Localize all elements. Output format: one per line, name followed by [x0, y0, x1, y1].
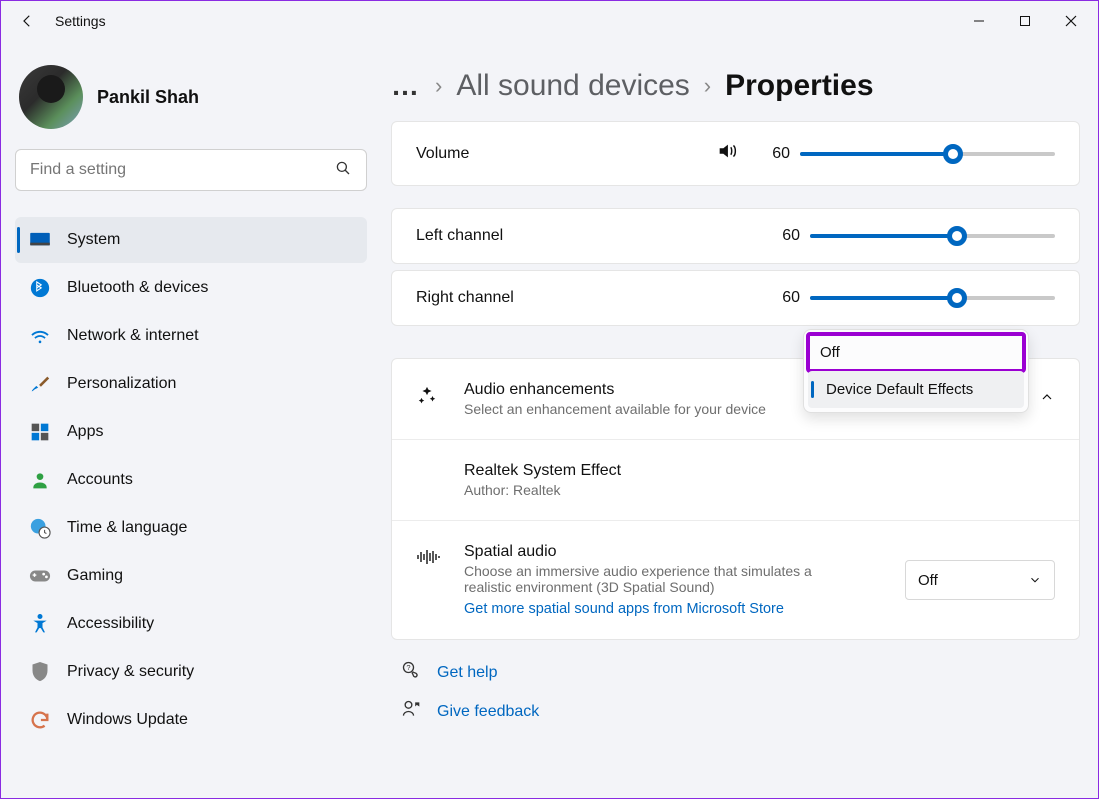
spatial-audio-row: Spatial audio Choose an immersive audio … — [392, 521, 1079, 639]
enhancements-group: Audio enhancements Select an enhancement… — [391, 358, 1080, 640]
right-channel-card: Right channel 60 — [391, 270, 1080, 326]
sidebar-item-label: Network & internet — [67, 327, 199, 345]
left-channel-value: 60 — [766, 227, 800, 245]
breadcrumb-overflow[interactable]: … — [391, 70, 421, 102]
speaker-icon[interactable] — [716, 140, 738, 167]
sidebar-item-personalization[interactable]: Personalization — [15, 361, 367, 407]
sidebar-item-label: Accounts — [67, 471, 133, 489]
back-button[interactable] — [17, 11, 37, 31]
sidebar: Pankil Shah System Bluetooth & devices N… — [1, 41, 381, 798]
sidebar-item-label: Apps — [67, 423, 103, 441]
footer-link-label: Get help — [437, 664, 497, 682]
svg-text:?: ? — [406, 663, 410, 672]
close-button[interactable] — [1048, 3, 1094, 39]
breadcrumb: … › All sound devices › Properties — [391, 49, 1080, 121]
page-title: Properties — [725, 69, 873, 103]
feedback-icon — [401, 699, 421, 724]
left-channel-slider[interactable] — [810, 227, 1055, 245]
realtek-author: Author: Realtek — [464, 482, 844, 498]
sidebar-item-label: System — [67, 231, 120, 249]
sidebar-item-bluetooth[interactable]: Bluetooth & devices — [15, 265, 367, 311]
titlebar: Settings — [1, 1, 1098, 41]
window-title: Settings — [55, 13, 106, 29]
dropdown-option-label: Device Default Effects — [820, 381, 973, 398]
update-icon — [29, 709, 51, 731]
right-channel-slider[interactable] — [810, 289, 1055, 307]
sidebar-item-label: Time & language — [67, 519, 187, 537]
chevron-right-icon: › — [435, 73, 442, 99]
accounts-icon — [29, 469, 51, 491]
nav-list: System Bluetooth & devices Network & int… — [15, 217, 367, 743]
spatial-title: Spatial audio — [464, 543, 885, 561]
sidebar-item-gaming[interactable]: Gaming — [15, 553, 367, 599]
user-profile[interactable]: Pankil Shah — [15, 55, 367, 149]
sparkle-icon — [416, 381, 444, 412]
left-channel-card: Left channel 60 — [391, 208, 1080, 264]
globe-clock-icon — [29, 517, 51, 539]
realtek-row[interactable]: Realtek System Effect Author: Realtek — [392, 440, 1079, 521]
dropdown-option-off[interactable]: Off — [808, 334, 1024, 371]
help-icon: ? — [401, 660, 421, 685]
spatial-desc: Choose an immersive audio experience tha… — [464, 563, 844, 595]
sidebar-item-label: Gaming — [67, 567, 123, 585]
right-channel-label: Right channel — [416, 289, 766, 307]
sidebar-item-apps[interactable]: Apps — [15, 409, 367, 455]
sidebar-item-system[interactable]: System — [15, 217, 367, 263]
system-icon — [29, 229, 51, 251]
right-channel-value: 60 — [766, 289, 800, 307]
sidebar-item-label: Personalization — [67, 375, 176, 393]
maximize-button[interactable] — [1002, 3, 1048, 39]
sidebar-item-windows-update[interactable]: Windows Update — [15, 697, 367, 743]
search-box[interactable] — [15, 149, 367, 191]
chevron-up-icon — [1039, 389, 1055, 410]
footer-link-label: Give feedback — [437, 703, 539, 721]
minimize-button[interactable] — [956, 3, 1002, 39]
spatial-audio-select[interactable]: Off — [905, 560, 1055, 600]
breadcrumb-parent[interactable]: All sound devices — [456, 69, 689, 103]
enh-desc: Select an enhancement available for your… — [464, 401, 844, 417]
left-channel-label: Left channel — [416, 227, 766, 245]
volume-slider[interactable] — [800, 145, 1055, 163]
user-name: Pankil Shah — [97, 87, 199, 108]
sidebar-item-privacy[interactable]: Privacy & security — [15, 649, 367, 695]
dropdown-option-default[interactable]: Device Default Effects — [808, 371, 1024, 408]
volume-value: 60 — [756, 145, 790, 163]
realtek-title: Realtek System Effect — [464, 462, 1055, 480]
chevron-right-icon: › — [704, 73, 711, 99]
enhancements-dropdown: Off Device Default Effects — [803, 329, 1029, 413]
shield-icon — [29, 661, 51, 683]
spatial-store-link[interactable]: Get more spatial sound apps from Microso… — [464, 601, 885, 617]
search-icon — [334, 159, 352, 182]
chevron-down-icon — [1028, 573, 1042, 587]
wifi-icon — [29, 325, 51, 347]
sidebar-item-accounts[interactable]: Accounts — [15, 457, 367, 503]
sidebar-item-network[interactable]: Network & internet — [15, 313, 367, 359]
sidebar-item-label: Bluetooth & devices — [67, 279, 208, 297]
volume-card: Volume 60 — [391, 121, 1080, 186]
sidebar-item-label: Windows Update — [67, 711, 188, 729]
gamepad-icon — [29, 565, 51, 587]
main-content: … › All sound devices › Properties Volum… — [381, 41, 1098, 798]
spatial-select-value: Off — [918, 572, 938, 589]
dropdown-option-label: Off — [820, 344, 840, 361]
sidebar-item-time[interactable]: Time & language — [15, 505, 367, 551]
get-help-link[interactable]: ? Get help — [401, 660, 1080, 685]
volume-label: Volume — [416, 145, 716, 163]
give-feedback-link[interactable]: Give feedback — [401, 699, 1080, 724]
sound-wave-icon — [416, 543, 444, 572]
sidebar-item-accessibility[interactable]: Accessibility — [15, 601, 367, 647]
avatar — [19, 65, 83, 129]
sidebar-item-label: Privacy & security — [67, 663, 194, 681]
brush-icon — [29, 373, 51, 395]
search-input[interactable] — [30, 161, 326, 179]
apps-icon — [29, 421, 51, 443]
bluetooth-icon — [29, 277, 51, 299]
audio-enhancements-row[interactable]: Audio enhancements Select an enhancement… — [392, 359, 1079, 440]
accessibility-icon — [29, 613, 51, 635]
sidebar-item-label: Accessibility — [67, 615, 154, 633]
